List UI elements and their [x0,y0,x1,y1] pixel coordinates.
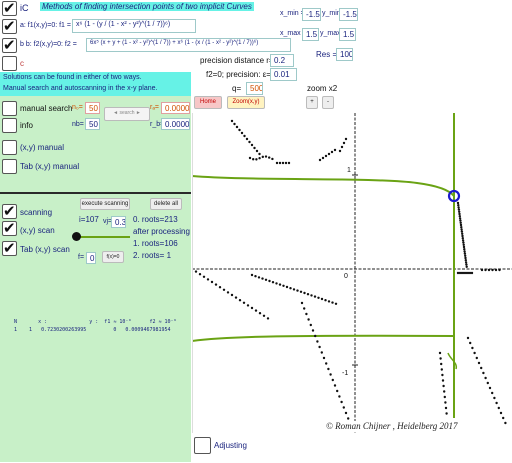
curve-a-formula-input[interactable]: x⁶ (1 - (y / (1 - x² - y²)^(1 / 7))⁶) [72,19,196,33]
delete-all-button[interactable]: delete all [150,198,182,210]
curve-a-label: a: f1(x,y)=0: f1 = [20,22,71,29]
xmin-label: x_min = [280,10,305,17]
manual-search-label: manual search [20,104,73,113]
scan-slider-track[interactable] [74,236,130,238]
precision-f2-input[interactable]: 0.01 [270,68,297,81]
plot-canvas[interactable]: 0 1 -1 [192,113,512,433]
xmax-input[interactable]: 1.5 [302,28,319,41]
curve-c-checkbox[interactable] [2,56,17,71]
xy-manual-checkbox[interactable] [2,140,17,155]
scan-slider-handle[interactable] [72,232,81,241]
curve-c-label: c [20,59,24,68]
curve-a-branch-small [447,352,458,370]
ic-checkbox[interactable] [2,0,17,17]
roots-0-label: 0. roots=213 [133,215,178,224]
n0-label: n₀= [72,104,83,111]
q-label: q= [232,84,242,93]
zoom-xy-button[interactable]: Zoom(x,y) [227,96,265,109]
panel-divider [0,192,191,194]
xy-scan-checkbox[interactable] [2,219,17,237]
manual-search-checkbox[interactable] [2,101,17,116]
small-action-button[interactable]: f(x)=0 [102,251,124,263]
res-label: Res = [316,50,338,59]
tab-scan-label: Tab (x,y) scan [20,245,70,254]
info-label: info [20,121,33,130]
ra-input[interactable]: 0.00001 [161,102,190,114]
app-title: Methods of finding intersection points o… [40,2,254,11]
curve-a-branch-lower [192,334,455,342]
v-input[interactable]: 0.3 [111,216,126,228]
n0-input[interactable]: 50 [85,102,100,114]
roots-1-label: 1. roots=106 [133,239,178,248]
adjusting-label: Adjusting [214,441,247,450]
ymax-input[interactable]: 1.5 [339,28,356,41]
f-input[interactable]: 0 [86,252,96,264]
q-input[interactable]: 500 [246,82,263,95]
tab-scan-checkbox[interactable] [2,239,17,257]
axis-label-neg1: -1 [342,370,348,377]
scanning-checkbox[interactable] [2,202,17,220]
curve-b-dots [192,119,507,425]
execute-scanning-button[interactable]: execute scanning [80,198,130,210]
f-label: f= [78,254,85,261]
xy-manual-label: (x,y) manual [20,143,65,152]
curve-b-formula-input[interactable]: 6x⁵ (x + y + (1 - x² - y²)^(1 / 7)) + x⁶… [86,38,291,52]
roots-2-label: 2. roots= 1 [133,251,172,260]
zoom-in-button[interactable]: + [306,96,318,109]
iteration-label: i=107 [79,215,99,224]
zoom-label: zoom x2 [307,84,338,93]
left-panel [0,72,191,462]
home-button[interactable]: Home [194,96,222,109]
precision-distance-label: precision distance r= [200,56,274,65]
res-input[interactable]: 100 [336,48,353,61]
result-table-row: 1 1 0.7230200263995 0 0.0009467981954 [14,327,171,333]
info-line-1: Solutions can be found in either of two … [3,74,142,81]
ymin-input[interactable]: -1.5 [339,8,358,21]
nb-input[interactable]: 50 [85,118,100,130]
info-line-2: Manual search and autoscanning in the x-… [3,85,158,92]
info-checkbox[interactable] [2,118,17,133]
adjusting-checkbox[interactable] [194,437,211,454]
zoom-out-button[interactable]: - [322,96,334,109]
copyright-label: © Roman Chijner , Heidelberg 2017 [324,421,460,431]
search-button[interactable]: ◄ search ► [104,107,150,121]
curve-a-branch-upper [192,175,455,197]
xmin-input[interactable]: -1.5 [302,8,321,21]
tab-manual-checkbox[interactable] [2,159,17,174]
result-table-header: N x : y : f1 ≈ 10⁻⁹ f2 ≈ 10⁻⁹ [14,319,177,325]
precision-f2-label: f2=0; precision: ε= [206,70,271,79]
after-processing-label: after processing [133,227,190,236]
axis-label-0: 0 [344,273,348,280]
curve-a-checkbox[interactable] [2,17,17,35]
ic-label: iC [20,3,29,13]
axis-label-1: 1 [347,167,351,174]
nb-label: nb= [72,121,84,128]
curve-b-checkbox[interactable] [2,36,17,54]
scanning-label: scanning [20,208,53,217]
tab-manual-label: Tab (x,y) manual [20,162,80,171]
xy-scan-label: (x,y) scan [20,226,55,235]
precision-distance-input[interactable]: 0.2 [270,54,294,67]
curve-b-label: b b: f2(x,y)=0: f2 = [20,41,77,48]
ra-label: rₐ= [150,104,160,111]
rb-input[interactable]: 0.00001 [161,118,190,130]
